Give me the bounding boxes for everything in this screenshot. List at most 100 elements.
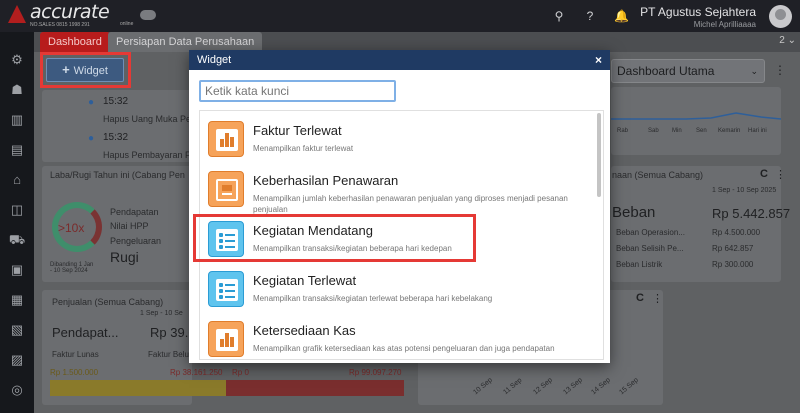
- bar-value: Rp 99.097.270: [349, 368, 402, 377]
- dashboard-select[interactable]: Dashboard Utama ⌄: [611, 59, 765, 83]
- beban-total: Rp 5.442.857: [712, 206, 791, 221]
- user-name: Michel Aprilliaaaa: [693, 20, 756, 29]
- activity-time: 15:32: [103, 132, 129, 143]
- more-icon[interactable]: ⋮: [652, 292, 663, 305]
- chevron-down-icon: ⌄: [750, 66, 758, 76]
- legend-pengeluaran: Pengeluaran: [110, 236, 162, 246]
- beban-item-name: Beban Selisih Pe...: [616, 244, 684, 253]
- pendapatan-label: Pendapat...: [52, 325, 119, 340]
- day-label: Rab: [617, 128, 629, 134]
- activity-dot-icon: ●: [88, 97, 95, 108]
- tabs-overflow[interactable]: 2 ⌄: [779, 35, 796, 46]
- modal-title: Widget: [197, 54, 232, 66]
- building-icon[interactable]: ▥: [8, 112, 26, 128]
- truck-icon[interactable]: ▣: [8, 262, 26, 278]
- bag-icon[interactable]: ◫: [8, 202, 26, 218]
- users-icon[interactable]: ☗: [8, 82, 26, 98]
- cart-icon[interactable]: ⛟: [8, 232, 26, 248]
- list-item-keberhasilan-penawaran[interactable]: Keberhasilan Penawaran Menampilkan jumla…: [200, 165, 603, 215]
- sidebar: ⚙ ☗ ▥ ▤ ⌂ ◫ ⛟ ▣ ▦ ▧ ▨ ◎: [0, 32, 34, 413]
- bar-paid: [50, 380, 226, 396]
- report-icon[interactable]: ▨: [8, 352, 26, 368]
- beban-item-value: Rp 4.500.000: [712, 228, 761, 237]
- settings-icon[interactable]: ◎: [8, 382, 26, 398]
- search-icon[interactable]: ⚲: [552, 9, 566, 23]
- widget-button-highlight: [40, 52, 131, 88]
- bar-value: Rp 0: [232, 368, 249, 377]
- bar-unpaid: [226, 380, 404, 396]
- document-icon[interactable]: ▤: [8, 142, 26, 158]
- beban-title: naan (Semua Cabang): [612, 170, 704, 180]
- item-desc: Menampilkan grafik ketersediaan kas atas…: [253, 344, 555, 353]
- item-title: Faktur Terlewat: [253, 123, 342, 138]
- more-icon[interactable]: ⋮: [774, 63, 786, 77]
- item-title: Keberhasilan Penawaran: [253, 173, 399, 188]
- bank-icon[interactable]: ⌂: [8, 172, 26, 188]
- beban-item-name: Beban Listrik: [616, 260, 663, 269]
- item-desc: Menampilkan jumlah keberhasilan penawara…: [253, 194, 568, 214]
- day-label: Min: [672, 128, 682, 134]
- close-icon[interactable]: ×: [595, 50, 602, 70]
- laba-rugi-title: Laba/Rugi Tahun ini (Cabang Pen: [50, 170, 185, 180]
- refresh-icon[interactable]: C: [760, 168, 768, 180]
- rugi-label: Rugi: [110, 249, 139, 265]
- day-label: Kemarin: [718, 128, 741, 134]
- list-item-faktur-terlewat[interactable]: Faktur Terlewat Menampilkan faktur terle…: [200, 115, 603, 165]
- activity-text: Hapus Pembayaran P: [103, 150, 192, 160]
- bar-chart-icon: [208, 121, 244, 157]
- penjualan-title: Penjualan (Semua Cabang): [52, 297, 164, 307]
- tab-dashboard[interactable]: Dashboard: [40, 32, 110, 52]
- day-label: Sen: [696, 128, 707, 134]
- bell-icon[interactable]: 🔔: [614, 9, 629, 23]
- logo-online: online: [120, 21, 134, 27]
- legend-pendapatan: Pendapatan: [110, 207, 159, 217]
- logo-text: accurate: [30, 1, 110, 23]
- penjualan-range: 1 Sep - 10 Se: [140, 310, 183, 317]
- accurate-logo[interactable]: accurate NO.SALES 0815 1998 291 online: [8, 1, 138, 29]
- faktur-belum: Faktur Belu: [148, 350, 189, 359]
- beban-item-name: Beban Operasion...: [616, 228, 685, 237]
- checklist-icon: [208, 271, 244, 307]
- logo-mark-icon: [8, 5, 26, 23]
- bar-chart-icon: [208, 321, 244, 357]
- beban-item-value: Rp 642.857: [712, 244, 754, 253]
- item-title: Ketersediaan Kas: [253, 323, 356, 338]
- activity-text: Hapus Uang Muka Pe: [103, 114, 192, 124]
- chart-icon[interactable]: ▦: [8, 292, 26, 308]
- help-icon[interactable]: ?: [583, 9, 597, 23]
- avatar[interactable]: [769, 5, 792, 28]
- item-desc: Menampilkan faktur terlewat: [253, 144, 354, 153]
- kegiatan-mendatang-highlight: [193, 214, 476, 262]
- gear-icon[interactable]: ⚙: [8, 52, 26, 68]
- bar-value: Rp 38.161.250: [170, 368, 223, 377]
- modal-header: Widget ×: [189, 50, 610, 70]
- logo-subtext: NO.SALES 0815 1998 291: [30, 22, 90, 28]
- company-name: PT Agustus Sejahtera: [640, 5, 756, 19]
- beban-range: 1 Sep - 10 Sep 2025: [712, 187, 777, 194]
- legend-hpp: Nilai HPP: [110, 221, 149, 231]
- refresh-icon[interactable]: C: [636, 292, 644, 304]
- more-icon[interactable]: ⋮: [775, 168, 786, 181]
- beban-item-value: Rp 300.000: [712, 260, 754, 269]
- faktur-lunas: Faktur Lunas: [52, 350, 99, 359]
- presentation-icon: [208, 171, 244, 207]
- gauge-value: >10x: [58, 221, 85, 235]
- inventory-icon[interactable]: ▧: [8, 322, 26, 338]
- top-bar: accurate NO.SALES 0815 1998 291 online ⚲…: [0, 0, 800, 32]
- tab-persiapan-data[interactable]: Persiapan Data Perusahaan: [108, 32, 263, 52]
- day-label: Sab: [648, 128, 659, 134]
- item-title: Kegiatan Terlewat: [253, 273, 357, 288]
- dashboard-select-value: Dashboard Utama: [617, 64, 715, 78]
- item-desc: Menampilkan transaksi/kegiatan terlewat …: [253, 294, 493, 303]
- day-label: Hari ini: [748, 128, 767, 134]
- beban-label: Beban: [612, 204, 656, 221]
- cloud-icon: [140, 10, 156, 20]
- company-info[interactable]: PT Agustus Sejahtera Michel Aprilliaaaa: [640, 5, 756, 29]
- tabs-bar: Dashboard Persiapan Data Perusahaan 2 ⌄: [34, 32, 800, 52]
- search-input[interactable]: [199, 80, 396, 102]
- compare-text: Dibanding 1 Jan - 10 Sep 2024: [50, 262, 94, 274]
- bar-value: Rp 1.500.000: [50, 368, 99, 377]
- activity-dot-icon: ●: [88, 133, 95, 144]
- list-item-kegiatan-terlewat[interactable]: Kegiatan Terlewat Menampilkan transaksi/…: [200, 265, 603, 315]
- list-item-ketersediaan-kas[interactable]: Ketersediaan Kas Menampilkan grafik kete…: [200, 315, 603, 359]
